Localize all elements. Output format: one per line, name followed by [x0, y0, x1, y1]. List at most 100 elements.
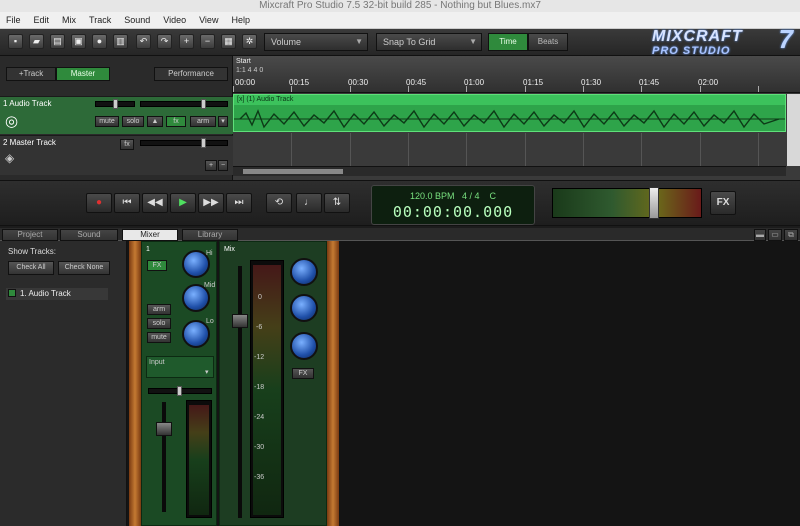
key[interactable]: C [490, 191, 497, 201]
check-all-button[interactable]: Check All [8, 261, 54, 275]
master-eq-lo-knob[interactable] [290, 332, 318, 360]
channel-arm-button[interactable]: arm [147, 304, 171, 315]
skip-to-end-icon[interactable]: ⏭ [226, 193, 252, 213]
fx-button[interactable]: fx [120, 139, 134, 150]
beats-button[interactable]: Beats [528, 33, 568, 51]
time-counter: 00:00:00.000 [392, 203, 514, 221]
add-icon[interactable]: + [205, 160, 217, 171]
video-icon[interactable]: ▦ [221, 34, 236, 49]
tick-label: 01:30 [581, 78, 602, 87]
master-level-meter[interactable] [552, 187, 702, 219]
master-fx-strip-button[interactable]: FX [292, 368, 314, 379]
channel-fx-button[interactable]: FX [147, 260, 167, 271]
channel-solo-button[interactable]: solo [147, 318, 171, 329]
master-fader-track[interactable] [238, 266, 242, 518]
time-signature[interactable]: 4 / 4 [462, 191, 480, 201]
master-eq-hi-knob[interactable] [290, 258, 318, 286]
mixdown-icon[interactable]: ▥ [113, 34, 128, 49]
loop-icon[interactable]: ⟲ [266, 193, 292, 213]
channel-mute-button[interactable]: mute [147, 332, 171, 343]
menu-video[interactable]: Video [163, 15, 186, 25]
slider-thumb[interactable] [113, 99, 118, 109]
start-marker[interactable]: Start [236, 58, 251, 65]
slider-thumb[interactable] [201, 138, 206, 148]
add-track-button[interactable]: +Track [6, 67, 56, 81]
solo-button[interactable]: solo [122, 116, 144, 127]
slider-thumb[interactable] [201, 99, 206, 109]
fast-forward-icon[interactable]: ▶▶ [198, 193, 224, 213]
redo-icon[interactable]: ↷ [157, 34, 172, 49]
new-project-icon[interactable]: ▪ [8, 34, 23, 49]
zoom-in-icon[interactable]: + [179, 34, 194, 49]
timeline-horizontal-scrollbar[interactable] [233, 166, 786, 176]
open-folder-icon[interactable]: ▰ [29, 34, 44, 49]
remove-icon[interactable]: − [218, 160, 228, 171]
snap-dropdown[interactable]: Snap To Grid ▼ [376, 33, 482, 51]
channel-fader-track[interactable] [162, 402, 166, 512]
tick-label: 00:00 [235, 78, 256, 87]
arm-button[interactable]: arm [190, 116, 216, 127]
channel-fader-thumb[interactable] [156, 422, 172, 436]
eq-lo-label: Lo [206, 318, 214, 325]
master-fader-thumb[interactable] [232, 314, 248, 328]
save-icon[interactable]: ▣ [71, 34, 86, 49]
fx-button[interactable]: fx [166, 116, 186, 127]
input-selector[interactable]: Input ▾ [146, 356, 214, 378]
scrollbar-thumb[interactable] [243, 169, 343, 174]
master-volume-slider[interactable] [140, 138, 228, 148]
menu-sound[interactable]: Sound [124, 15, 150, 25]
track-pan-slider[interactable] [140, 99, 228, 109]
menu-track[interactable]: Track [89, 15, 111, 25]
play-icon[interactable]: ▶ [170, 193, 196, 213]
tab-sound[interactable]: Sound [60, 229, 118, 241]
master-fx-button[interactable]: FX [710, 191, 736, 215]
settings-gear-icon[interactable]: ✲ [242, 34, 257, 49]
master-button[interactable]: Master [56, 67, 110, 81]
tab-project[interactable]: Project [2, 229, 58, 241]
restore-panel-icon[interactable]: ▭ [768, 229, 782, 241]
timeline-ruler[interactable]: Start 1:1 4 4 0 00:00 00:15 00:30 00:45 … [233, 56, 800, 93]
metronome-icon[interactable]: ♩ [296, 193, 322, 213]
channel-pan-slider[interactable] [148, 386, 212, 396]
master-volume-thumb[interactable] [649, 187, 659, 219]
track-row-master[interactable]: 2 Master Track fx ◈ + − [0, 135, 233, 175]
mute-button[interactable]: mute [95, 116, 119, 127]
track-visibility-item[interactable]: 1. Audio Track [6, 288, 108, 300]
menu-view[interactable]: View [199, 15, 218, 25]
time-button[interactable]: Time [488, 33, 528, 51]
skip-to-start-icon[interactable]: ⏮ [114, 193, 140, 213]
tab-mixer[interactable]: Mixer [122, 229, 178, 241]
mixer-wood-panel-right [327, 241, 339, 526]
record-icon[interactable]: ● [86, 193, 112, 213]
check-none-button[interactable]: Check None [58, 261, 110, 275]
track-volume-slider[interactable] [95, 99, 135, 109]
menu-mix[interactable]: Mix [62, 15, 76, 25]
track-row-audio[interactable]: 1 Audio Track ◎ mute solo ▲ fx arm ▾ [0, 96, 233, 134]
tuner-icon[interactable]: ⇅ [324, 193, 350, 213]
volume-dropdown[interactable]: Volume ▼ [264, 33, 368, 51]
rewind-icon[interactable]: ◀◀ [142, 193, 168, 213]
undock-panel-icon[interactable]: ⧉ [784, 229, 798, 241]
track-checkbox[interactable] [8, 289, 16, 297]
transport-display[interactable]: 120.0 BPM 4 / 4 C 00:00:00.000 [371, 185, 535, 225]
minimize-panel-icon[interactable]: ▬ [754, 229, 766, 241]
menu-file[interactable]: File [6, 15, 21, 25]
record-setup-icon[interactable]: ● [92, 34, 107, 49]
audio-clip[interactable]: [x] (1) Audio Track [233, 94, 786, 132]
menu-edit[interactable]: Edit [34, 15, 50, 25]
track-header-panel: +Track Master Performance 1 Audio Track … [0, 56, 233, 180]
master-eq-mid-knob[interactable] [290, 294, 318, 322]
timeline-vertical-scrollbar[interactable] [787, 94, 800, 166]
zoom-out-icon[interactable]: − [200, 34, 215, 49]
menu-help[interactable]: Help [231, 15, 250, 25]
tempo[interactable]: 120.0 BPM [410, 191, 455, 201]
empty-track-lane[interactable] [233, 133, 786, 166]
record-arm-icon[interactable]: ▲ [147, 116, 163, 127]
open-recent-icon[interactable]: ▤ [50, 34, 65, 49]
tab-library[interactable]: Library [182, 229, 238, 241]
performance-button[interactable]: Performance [154, 67, 228, 81]
chevron-down-icon[interactable]: ▾ [218, 116, 228, 127]
slider-thumb[interactable] [177, 386, 182, 396]
mixer-wood-panel-left [129, 241, 141, 526]
undo-icon[interactable]: ↶ [136, 34, 151, 49]
